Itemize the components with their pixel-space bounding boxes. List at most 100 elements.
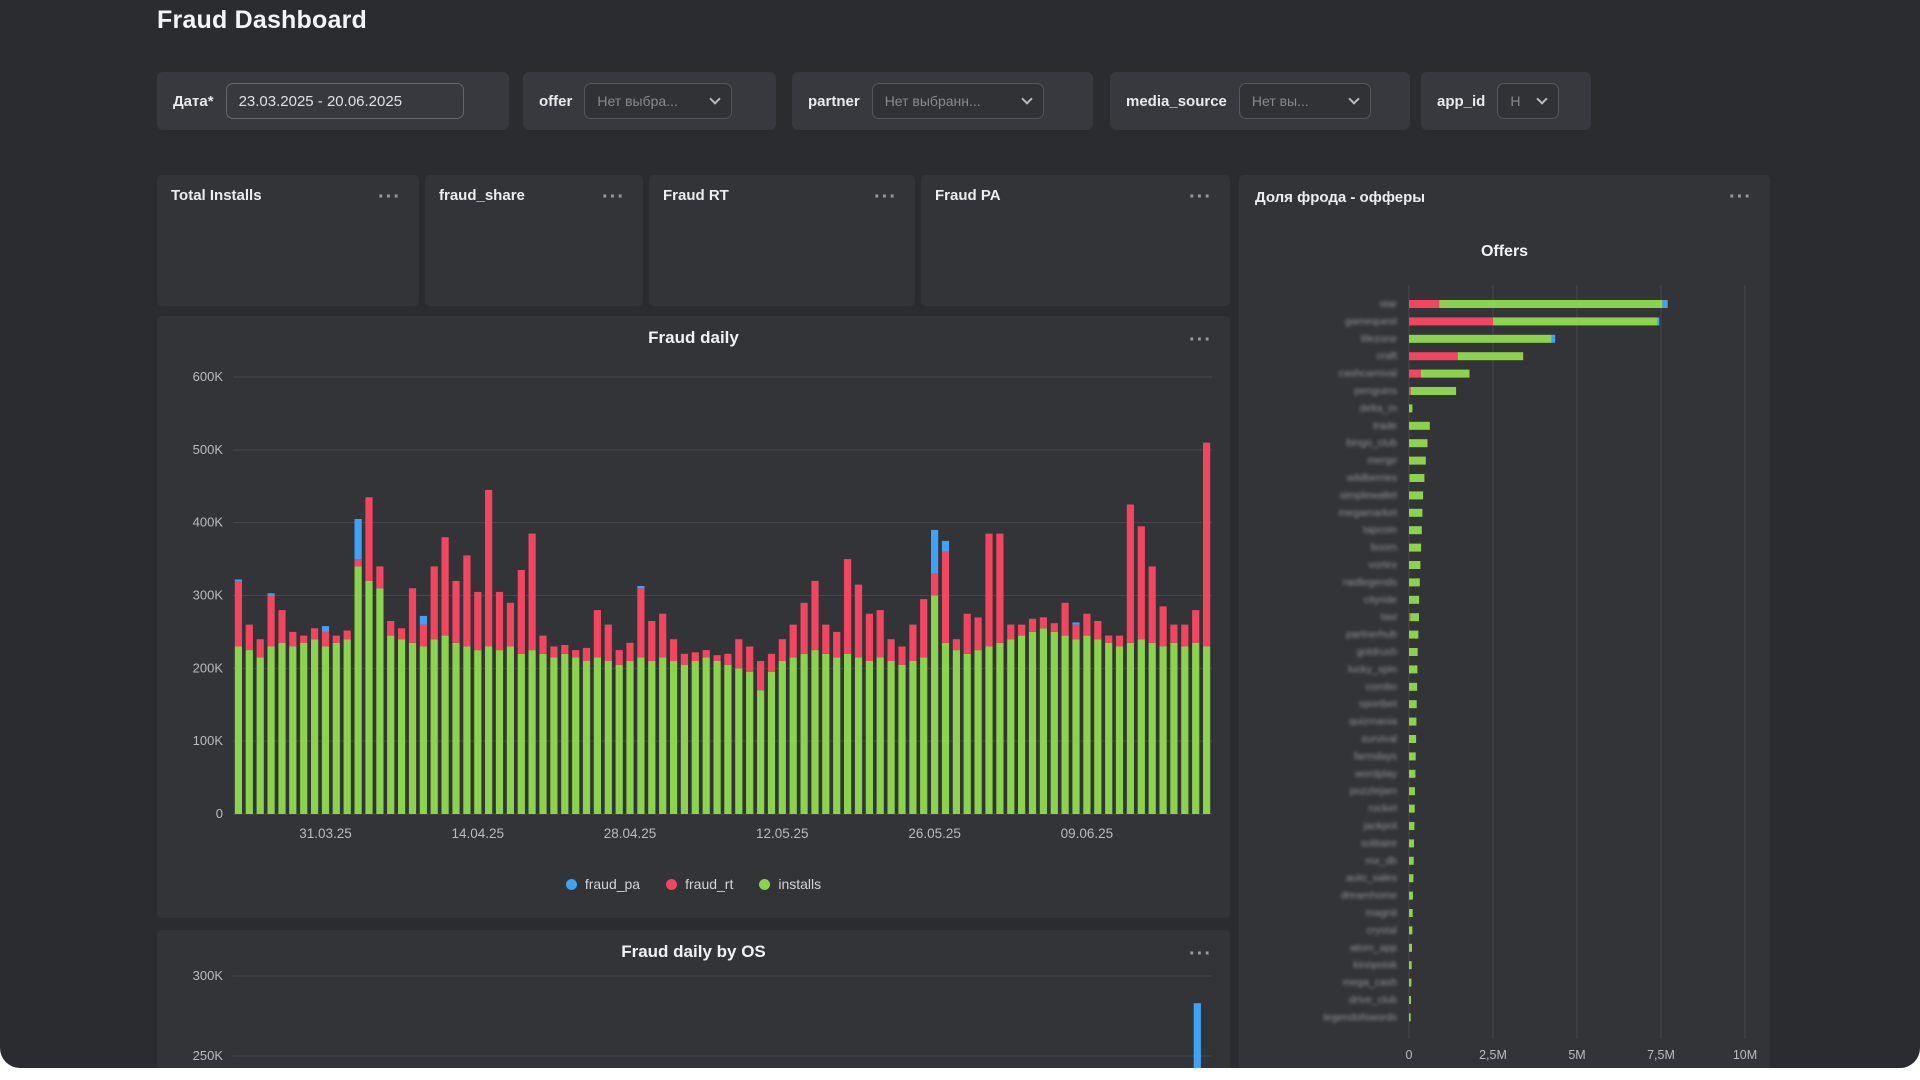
bar-fraud-rt[interactable] xyxy=(1409,387,1411,395)
bar-installs[interactable] xyxy=(1116,647,1123,815)
bar-fraud-rt[interactable] xyxy=(975,617,982,650)
bar-installs[interactable] xyxy=(648,661,655,814)
bar-fraud-rt[interactable] xyxy=(866,614,873,661)
bar-installs[interactable] xyxy=(1409,770,1415,778)
bar-fraud-pa[interactable] xyxy=(1072,622,1079,624)
bar-installs[interactable] xyxy=(365,581,372,814)
bar-installs[interactable] xyxy=(1409,648,1418,656)
bar-fraud-rt[interactable] xyxy=(289,632,296,647)
bar-fraud-rt[interactable] xyxy=(1409,370,1421,378)
bar-installs[interactable] xyxy=(1029,632,1036,814)
bar-installs[interactable] xyxy=(420,647,427,815)
bar-fraud-rt[interactable] xyxy=(365,497,372,581)
bar-installs[interactable] xyxy=(463,647,470,815)
bar-installs[interactable] xyxy=(1409,979,1411,987)
bar-fraud-rt[interactable] xyxy=(779,639,786,661)
bar-fraud-pa[interactable] xyxy=(355,519,362,559)
bar-fraud-pa[interactable] xyxy=(1663,300,1668,308)
bar-installs[interactable] xyxy=(1409,944,1412,952)
bar-fraud-rt[interactable] xyxy=(1029,619,1036,632)
bar-installs[interactable] xyxy=(1007,639,1014,814)
bar-fraud-rt[interactable] xyxy=(452,581,459,643)
bar-installs[interactable] xyxy=(746,672,753,814)
bar-fraud-rt[interactable] xyxy=(442,537,449,635)
bar-installs[interactable] xyxy=(616,665,623,814)
bar-installs[interactable] xyxy=(1105,643,1112,814)
bar-fraud-rt[interactable] xyxy=(1083,614,1090,636)
bar-installs[interactable] xyxy=(1410,613,1419,621)
bar-installs[interactable] xyxy=(801,654,808,814)
bar-fraud-rt[interactable] xyxy=(844,559,851,654)
bar-installs[interactable] xyxy=(1409,787,1415,795)
bar-fraud-rt[interactable] xyxy=(942,552,949,643)
bar-fraud-rt[interactable] xyxy=(409,588,416,643)
bar-installs[interactable] xyxy=(1409,683,1417,691)
bar-fraud-rt[interactable] xyxy=(626,643,633,661)
bar-installs[interactable] xyxy=(1409,718,1416,726)
bar-installs[interactable] xyxy=(1192,643,1199,814)
bar-installs[interactable] xyxy=(496,650,503,814)
bar-installs[interactable] xyxy=(1421,370,1470,378)
bar-fraud-rt[interactable] xyxy=(746,647,753,673)
bar-installs[interactable] xyxy=(1160,647,1167,815)
offer-select[interactable]: Нет выбра... xyxy=(584,83,732,119)
bar-installs[interactable] xyxy=(1051,632,1058,814)
bar-fraud-rt[interactable] xyxy=(496,592,503,650)
bar-installs[interactable] xyxy=(1409,335,1552,343)
bar-installs[interactable] xyxy=(1181,647,1188,815)
bar-fraud-rt[interactable] xyxy=(1409,352,1458,360)
bar-fraud-rt[interactable] xyxy=(572,650,579,657)
bar-fraud-rt[interactable] xyxy=(485,490,492,647)
bar-installs[interactable] xyxy=(1094,639,1101,814)
bar-installs[interactable] xyxy=(1409,526,1422,534)
bar-installs[interactable] xyxy=(888,661,895,814)
bar-fraud-pa[interactable] xyxy=(942,541,949,552)
bar-fraud-pa[interactable] xyxy=(931,530,938,574)
bar-fraud-rt[interactable] xyxy=(1138,526,1145,639)
bar-installs[interactable] xyxy=(909,661,916,814)
bar-fraud-rt[interactable] xyxy=(583,648,590,661)
more-menu-icon[interactable]: ··· xyxy=(870,183,901,211)
bar-installs[interactable] xyxy=(811,650,818,814)
bar-installs[interactable] xyxy=(268,647,275,815)
bar-installs[interactable] xyxy=(518,654,525,814)
bar-fraud-rt[interactable] xyxy=(539,636,546,654)
bar-installs[interactable] xyxy=(1018,636,1025,814)
bar-installs[interactable] xyxy=(1040,628,1047,814)
bar-installs[interactable] xyxy=(866,661,873,814)
bar-installs[interactable] xyxy=(409,643,416,814)
bar-fraud-pa[interactable] xyxy=(637,586,644,588)
bar-installs[interactable] xyxy=(1409,578,1420,586)
bar-installs[interactable] xyxy=(387,636,394,814)
bar-fraud-rt[interactable] xyxy=(822,625,829,654)
bar-fraud-rt[interactable] xyxy=(1018,625,1025,636)
bar-fraud-rt[interactable] xyxy=(811,581,818,650)
bar-fraud-rt[interactable] xyxy=(888,639,895,661)
bar-fraud-rt[interactable] xyxy=(278,610,285,643)
bar-fraud-rt[interactable] xyxy=(1149,566,1156,643)
bar-fraud-pa[interactable] xyxy=(268,593,275,595)
bar-installs[interactable] xyxy=(1410,474,1424,482)
bar-installs[interactable] xyxy=(637,657,644,814)
bar-installs[interactable] xyxy=(1409,544,1421,552)
bar-installs[interactable] xyxy=(1409,596,1419,604)
bar-installs[interactable] xyxy=(1170,643,1177,814)
bar-installs[interactable] xyxy=(355,566,362,814)
bar-installs[interactable] xyxy=(703,657,710,814)
bar-installs[interactable] xyxy=(1409,491,1423,499)
bar-fraud-rt[interactable] xyxy=(790,625,797,658)
bar-installs[interactable] xyxy=(964,654,971,814)
bar-fraud-rt[interactable] xyxy=(1409,613,1410,621)
bar-fraud-rt[interactable] xyxy=(1007,625,1014,640)
bar-fraud-rt[interactable] xyxy=(855,585,862,658)
bar-installs[interactable] xyxy=(1409,1013,1411,1021)
bar-installs[interactable] xyxy=(822,654,829,814)
bar-installs[interactable] xyxy=(561,654,568,814)
more-menu-icon[interactable]: ··· xyxy=(1185,183,1216,211)
bar-fraud-rt[interactable] xyxy=(703,650,710,657)
bar-installs[interactable] xyxy=(398,639,405,814)
media-source-select[interactable]: Нет вы... xyxy=(1239,83,1371,119)
bar-installs[interactable] xyxy=(996,643,1003,814)
bar-installs[interactable] xyxy=(1149,643,1156,814)
bar-installs[interactable] xyxy=(1409,457,1426,465)
